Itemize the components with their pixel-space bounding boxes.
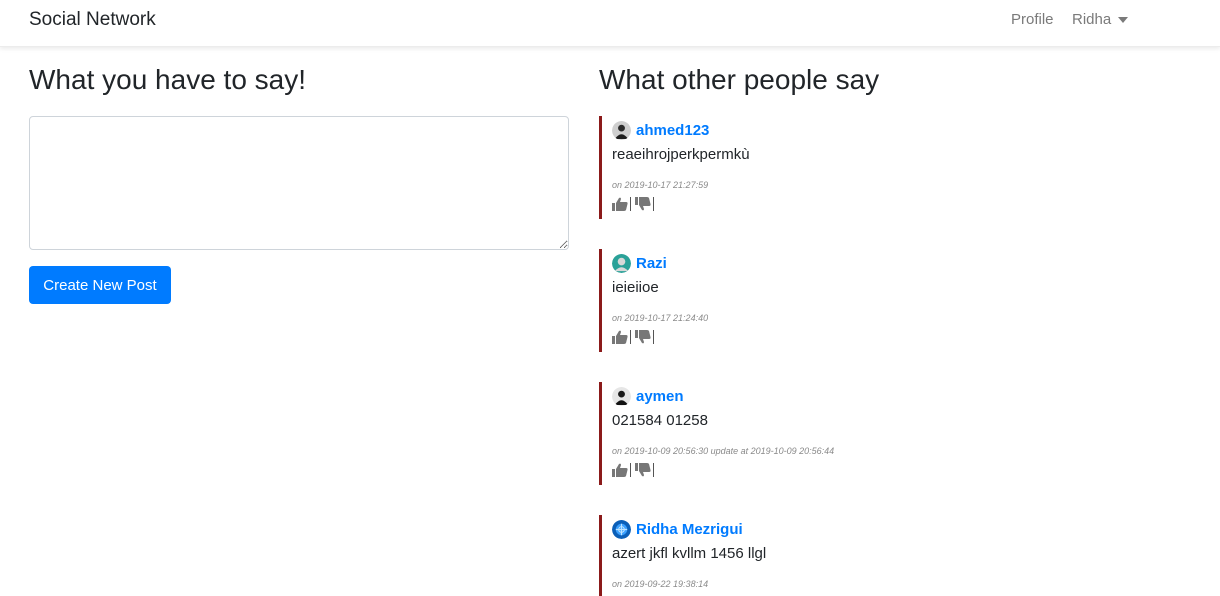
post-text: ieieiioe (612, 279, 659, 296)
profile-link[interactable]: Profile (1011, 11, 1054, 28)
globe-icon (612, 519, 631, 539)
reaction-divider (653, 330, 654, 344)
post-text: reaeihrojperkpermkù (612, 146, 750, 163)
post-timestamp: on 2019-10-09 20:56:30 update at 2019-10… (612, 446, 835, 456)
thumbs-down-icon[interactable] (635, 330, 651, 344)
navbar: Social Network Profile Ridha (0, 0, 1220, 47)
user-dropdown-label: Ridha (1072, 11, 1112, 28)
feed-heading: What other people say (599, 64, 880, 95)
reaction-divider (630, 463, 631, 477)
thumbs-up-icon[interactable] (612, 330, 628, 344)
compose-heading: What you have to say! (29, 64, 307, 95)
reaction-divider (653, 463, 654, 477)
default-user-icon (612, 253, 631, 273)
post-text: azert jkfl kvllm 1456 llgl (612, 545, 767, 562)
post-author-link[interactable]: Ridha Mezrigui (636, 521, 743, 538)
person-photo-icon (612, 120, 631, 140)
reaction-divider (653, 197, 654, 211)
post-timestamp: on 2019-10-17 21:24:40 (612, 313, 709, 323)
thumbs-down-icon[interactable] (635, 463, 651, 477)
post-author-link[interactable]: Razi (636, 255, 667, 272)
post-text: 021584 01258 (612, 412, 708, 429)
thumbs-up-icon[interactable] (612, 463, 628, 477)
post-author-link[interactable]: ahmed123 (636, 122, 709, 139)
brand-link[interactable]: Social Network (29, 9, 156, 31)
reaction-divider (630, 330, 631, 344)
post-item: Ridha Mezrigui azert jkfl kvllm 1456 llg… (599, 515, 1199, 596)
post-textarea[interactable] (29, 116, 569, 250)
reaction-divider (630, 197, 631, 211)
post-timestamp: on 2019-09-22 19:38:14 (612, 579, 709, 589)
create-post-button[interactable]: Create New Post (29, 266, 171, 304)
post-item: Razi ieieiioe on 2019-10-17 21:24:40 (599, 249, 1199, 352)
post-author-link[interactable]: aymen (636, 388, 684, 405)
thumbs-down-icon[interactable] (635, 197, 651, 211)
caret-down-icon (1118, 17, 1129, 23)
thumbs-up-icon[interactable] (612, 197, 628, 211)
post-item: aymen 021584 01258 on 2019-10-09 20:56:3… (599, 382, 1199, 485)
post-item: ahmed123 reaeihrojperkpermkù on 2019-10-… (599, 116, 1199, 219)
post-timestamp: on 2019-10-17 21:27:59 (612, 180, 709, 190)
user-dropdown[interactable]: Ridha (1072, 11, 1129, 28)
person-photo-icon (612, 386, 631, 406)
